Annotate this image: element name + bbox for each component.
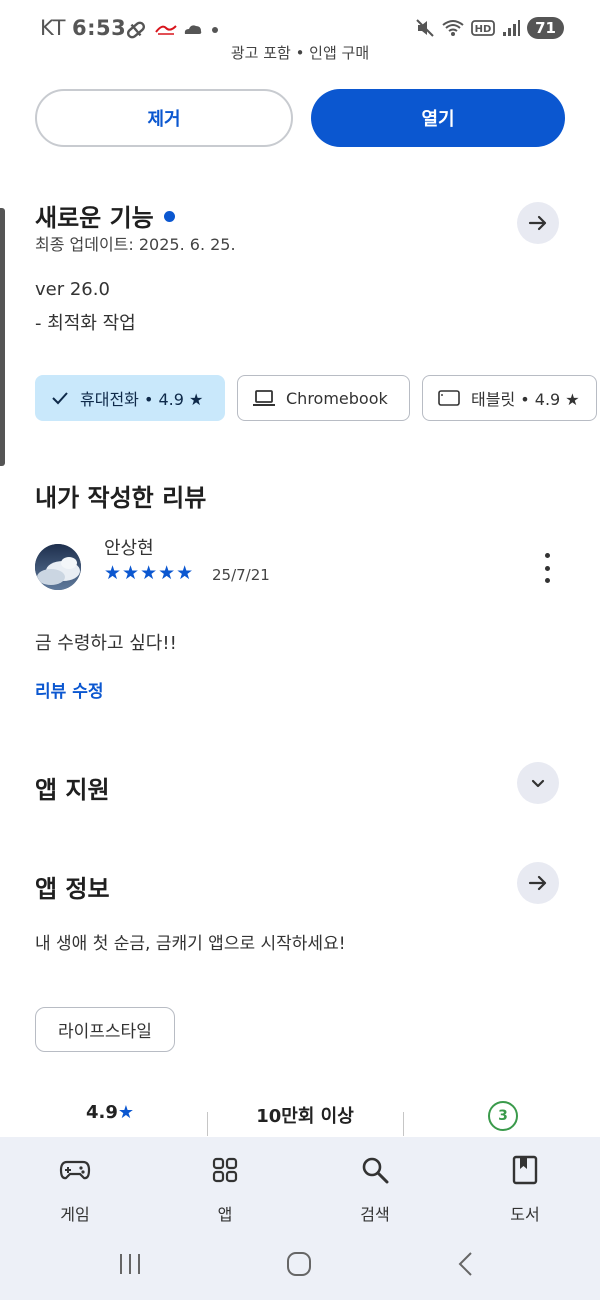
ad-in-app-notice: 광고 포함 • 인앱 구매 [230, 44, 370, 62]
arrow-right-icon [528, 215, 547, 231]
chip-tablet-label: 태블릿 • 4.9 ★ [471, 390, 580, 409]
review-date: 25/7/21 [212, 566, 270, 584]
avatar [35, 544, 81, 590]
whats-new-arrow-button[interactable] [517, 202, 559, 244]
review-stars: ★★★★★ [104, 562, 195, 584]
edit-review-link[interactable]: 리뷰 수정 [35, 677, 103, 702]
nav-books-label: 도서 [510, 1205, 540, 1224]
chip-chromebook-label: Chromebook [286, 388, 388, 408]
device-filter-chips: 휴대전화 • 4.9 ★ Chromebook 태블릿 • 4.9 ★ [35, 375, 597, 421]
back-icon[interactable] [456, 1251, 476, 1277]
whats-new-heading[interactable]: 새로운 기능 [35, 198, 175, 233]
search-icon [362, 1157, 389, 1184]
avatar-cloud-photo [35, 544, 81, 590]
status-right: HD 71 [415, 17, 564, 39]
apps-grid-icon [212, 1157, 238, 1183]
my-review-heading: 내가 작성한 리뷰 [35, 484, 207, 512]
nav-apps-label: 앱 [217, 1205, 233, 1224]
stat-divider [403, 1112, 404, 1136]
app-support-expand-button[interactable] [517, 762, 559, 804]
status-time: KT 6:53 [40, 16, 126, 40]
version-text: ver 26.0 [35, 279, 110, 300]
app-notification-icon [155, 25, 177, 35]
home-icon[interactable] [285, 1251, 313, 1277]
check-icon [52, 392, 68, 405]
review-more-options-icon[interactable] [535, 553, 559, 583]
app-info-heading[interactable]: 앱 정보 [35, 869, 110, 904]
hd-voice-icon: HD [471, 20, 496, 36]
stat-rating: 4.9★ [60, 1102, 160, 1123]
stat-divider [207, 1112, 208, 1136]
chip-chromebook[interactable]: Chromebook [237, 375, 410, 421]
nav-search-label: 검색 [360, 1205, 390, 1224]
svg-text:HD: HD [475, 24, 492, 35]
chevron-down-icon [531, 779, 545, 788]
age-rating-badge: 3 [488, 1101, 518, 1131]
mute-icon [416, 19, 434, 37]
recents-icon[interactable] [118, 1251, 144, 1277]
nav-apps[interactable]: 앱 [175, 1153, 275, 1225]
chip-tablet[interactable]: 태블릿 • 4.9 ★ [422, 375, 597, 421]
laptop-icon [253, 390, 275, 406]
tablet-icon [438, 390, 460, 406]
status-bar: KT 6:53 HD 71 광고 포함 • 인앱 구매 [0, 0, 600, 62]
battery-indicator: 71 [527, 17, 564, 39]
uninstall-button[interactable]: 제거 [35, 89, 293, 147]
cloud-icon [184, 25, 202, 34]
install-actions: 제거 열기 [35, 89, 565, 147]
stat-rating-value: 4.9★ [85, 1102, 135, 1123]
chip-phone-label: 휴대전화 • 4.9 ★ [80, 390, 204, 409]
pill-icon [126, 21, 146, 39]
carrier-label: KT [40, 16, 66, 40]
wifi-icon [442, 20, 464, 36]
review-text: 금 수령하고 싶다!! [35, 633, 177, 654]
chip-phone[interactable]: 휴대전화 • 4.9 ★ [35, 375, 225, 421]
edge-panel-handle[interactable] [0, 208, 5, 466]
app-info-arrow-button[interactable] [517, 862, 559, 904]
clock: 6:53 [71, 16, 127, 40]
system-navigation-bar [0, 1237, 600, 1292]
new-indicator-dot [163, 210, 175, 222]
rating-star-icon: ★ [117, 1102, 135, 1123]
book-icon [512, 1155, 538, 1185]
signal-icon [503, 20, 521, 36]
app-support-heading[interactable]: 앱 지원 [35, 770, 110, 805]
whats-new-title: 새로운 기능 [35, 204, 154, 232]
app-description: 내 생애 첫 순금, 금캐기 앱으로 시작하세요! [35, 934, 346, 954]
nav-search[interactable]: 검색 [325, 1153, 425, 1225]
release-note: - 최적화 작업 [35, 313, 136, 334]
open-button[interactable]: 열기 [311, 89, 565, 147]
bottom-navigation: 게임 앱 검색 도서 [0, 1137, 600, 1300]
last-updated: 최종 업데이트: 2025. 6. 25. [35, 235, 236, 254]
gamepad-icon [59, 1160, 91, 1180]
category-tag[interactable]: 라이프스타일 [35, 1007, 175, 1052]
more-notifications-icon [212, 27, 218, 33]
nav-books[interactable]: 도서 [475, 1153, 575, 1225]
nav-games[interactable]: 게임 [25, 1153, 125, 1225]
arrow-right-icon [528, 875, 547, 891]
nav-games-label: 게임 [60, 1205, 90, 1224]
stat-downloads: 10만회 이상 [256, 1106, 354, 1127]
reviewer-name: 안상현 [104, 538, 154, 559]
